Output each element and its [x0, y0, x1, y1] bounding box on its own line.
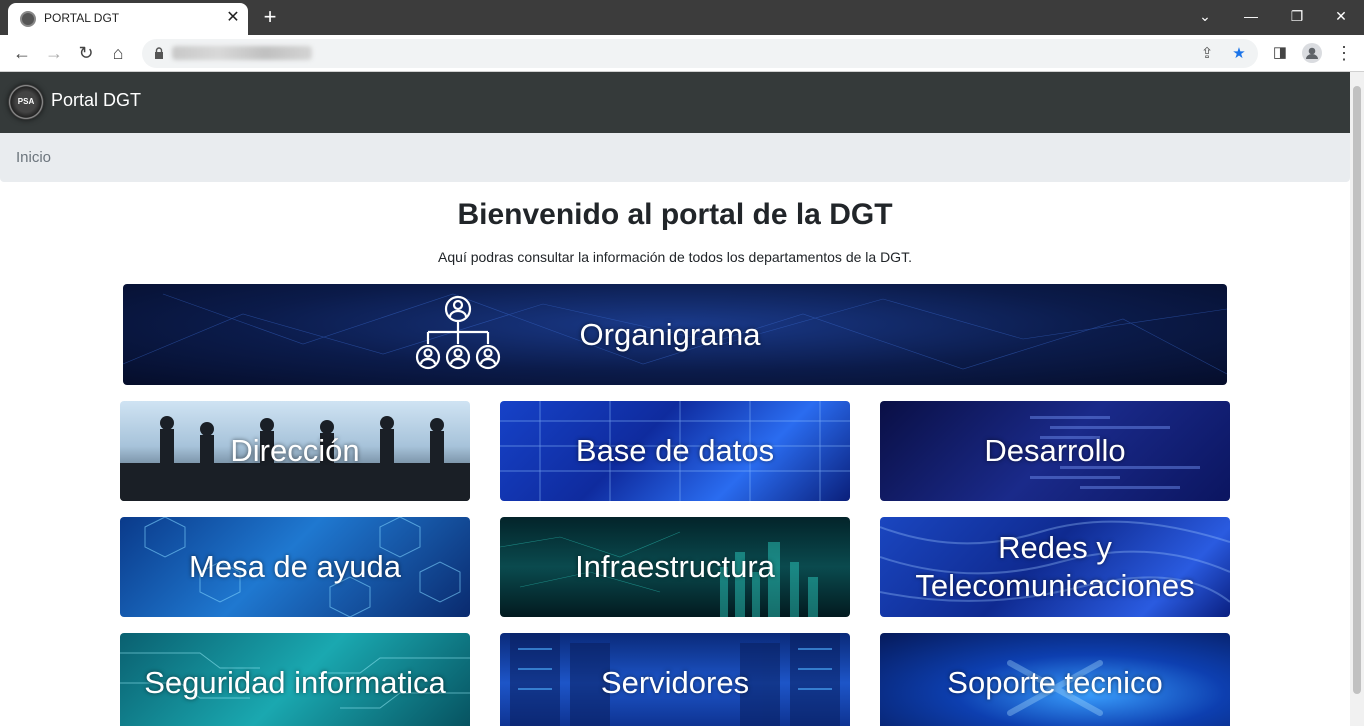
back-icon[interactable]: ←	[8, 39, 36, 67]
tile-label: Dirección	[230, 433, 360, 468]
tile-label: Desarrollo	[984, 433, 1126, 468]
home-icon[interactable]: ⌂	[104, 39, 132, 67]
page-title: Bienvenido al portal de la DGT	[457, 198, 893, 231]
page-subtitle: Aquí podras consultar la información de …	[438, 249, 912, 265]
tile-label: Infraestructura	[575, 549, 775, 584]
tile-servidores[interactable]: Servidores	[500, 633, 850, 726]
tile-soporte-tecnico[interactable]: Soporte tecnico	[880, 633, 1230, 726]
scrollbar-thumb[interactable]	[1353, 86, 1361, 694]
tile-redes-y-telecomunicaciones[interactable]: Redes y Telecomunicaciones	[880, 517, 1230, 617]
tile-desarrollo[interactable]: Desarrollo	[880, 401, 1230, 501]
tile-label: Redes y Telecomunicaciones	[915, 530, 1195, 603]
browser-menu-icon[interactable]: ⋮	[1330, 39, 1358, 67]
forward-icon[interactable]: →	[40, 39, 68, 67]
tab-title: PORTAL DGT	[44, 11, 120, 25]
tab-search-icon[interactable]: ⌄	[1182, 0, 1228, 32]
tile-label: Mesa de ayuda	[189, 549, 401, 584]
reload-icon[interactable]: ↻	[72, 39, 100, 67]
share-icon[interactable]: ⇪	[1194, 41, 1220, 67]
tile-seguridad-informatica[interactable]: Seguridad informatica	[120, 633, 470, 726]
breadcrumb-item-inicio[interactable]: Inicio	[16, 149, 51, 166]
lock-icon	[155, 47, 163, 59]
tile-label: Seguridad informatica	[144, 665, 446, 700]
tab-close-icon[interactable]: ✕	[222, 7, 244, 29]
psa-logo[interactable]: PSA	[8, 84, 44, 120]
bookmark-star-icon[interactable]: ★	[1226, 41, 1252, 67]
page-content: PSA Portal DGT Inicio Bienvenido al port…	[0, 72, 1350, 726]
side-panel-icon[interactable]: ◨	[1266, 39, 1294, 67]
tile-label: Organigrama	[579, 316, 761, 352]
window-close-icon[interactable]: ✕	[1318, 0, 1364, 32]
top-navbar: PSA Portal DGT	[0, 72, 1350, 133]
profile-icon[interactable]	[1298, 39, 1326, 67]
address-bar[interactable]: ⇪ ★	[142, 39, 1258, 68]
url-text	[172, 46, 312, 60]
tile-base-de-datos[interactable]: Base de datos	[500, 401, 850, 501]
tile-organigrama[interactable]: Organigrama	[123, 284, 1227, 385]
browser-toolbar: ← → ↻ ⌂ ⇪ ★ ◨ ⋮	[0, 35, 1364, 72]
tile-label: Base de datos	[575, 433, 775, 468]
browser-tab[interactable]: PORTAL DGT ✕	[8, 3, 248, 35]
breadcrumb: Inicio	[0, 133, 1350, 182]
page-scrollbar[interactable]	[1350, 72, 1364, 726]
navbar-brand[interactable]: Portal DGT	[51, 90, 141, 111]
tile-infraestructura[interactable]: Infraestructura	[500, 517, 850, 617]
tile-label: Soporte tecnico	[947, 665, 1163, 700]
tile-mesa-de-ayuda[interactable]: Mesa de ayuda	[120, 517, 470, 617]
tile-direccion[interactable]: Dirección	[120, 401, 470, 501]
tile-label: Servidores	[600, 665, 750, 700]
minimize-icon[interactable]: —	[1228, 0, 1274, 32]
tab-favicon-icon	[20, 11, 36, 27]
new-tab-button[interactable]: +	[258, 5, 282, 29]
browser-tab-strip: PORTAL DGT ✕ + ⌄ — ❐ ✕	[0, 0, 1364, 35]
restore-icon[interactable]: ❐	[1274, 0, 1320, 32]
